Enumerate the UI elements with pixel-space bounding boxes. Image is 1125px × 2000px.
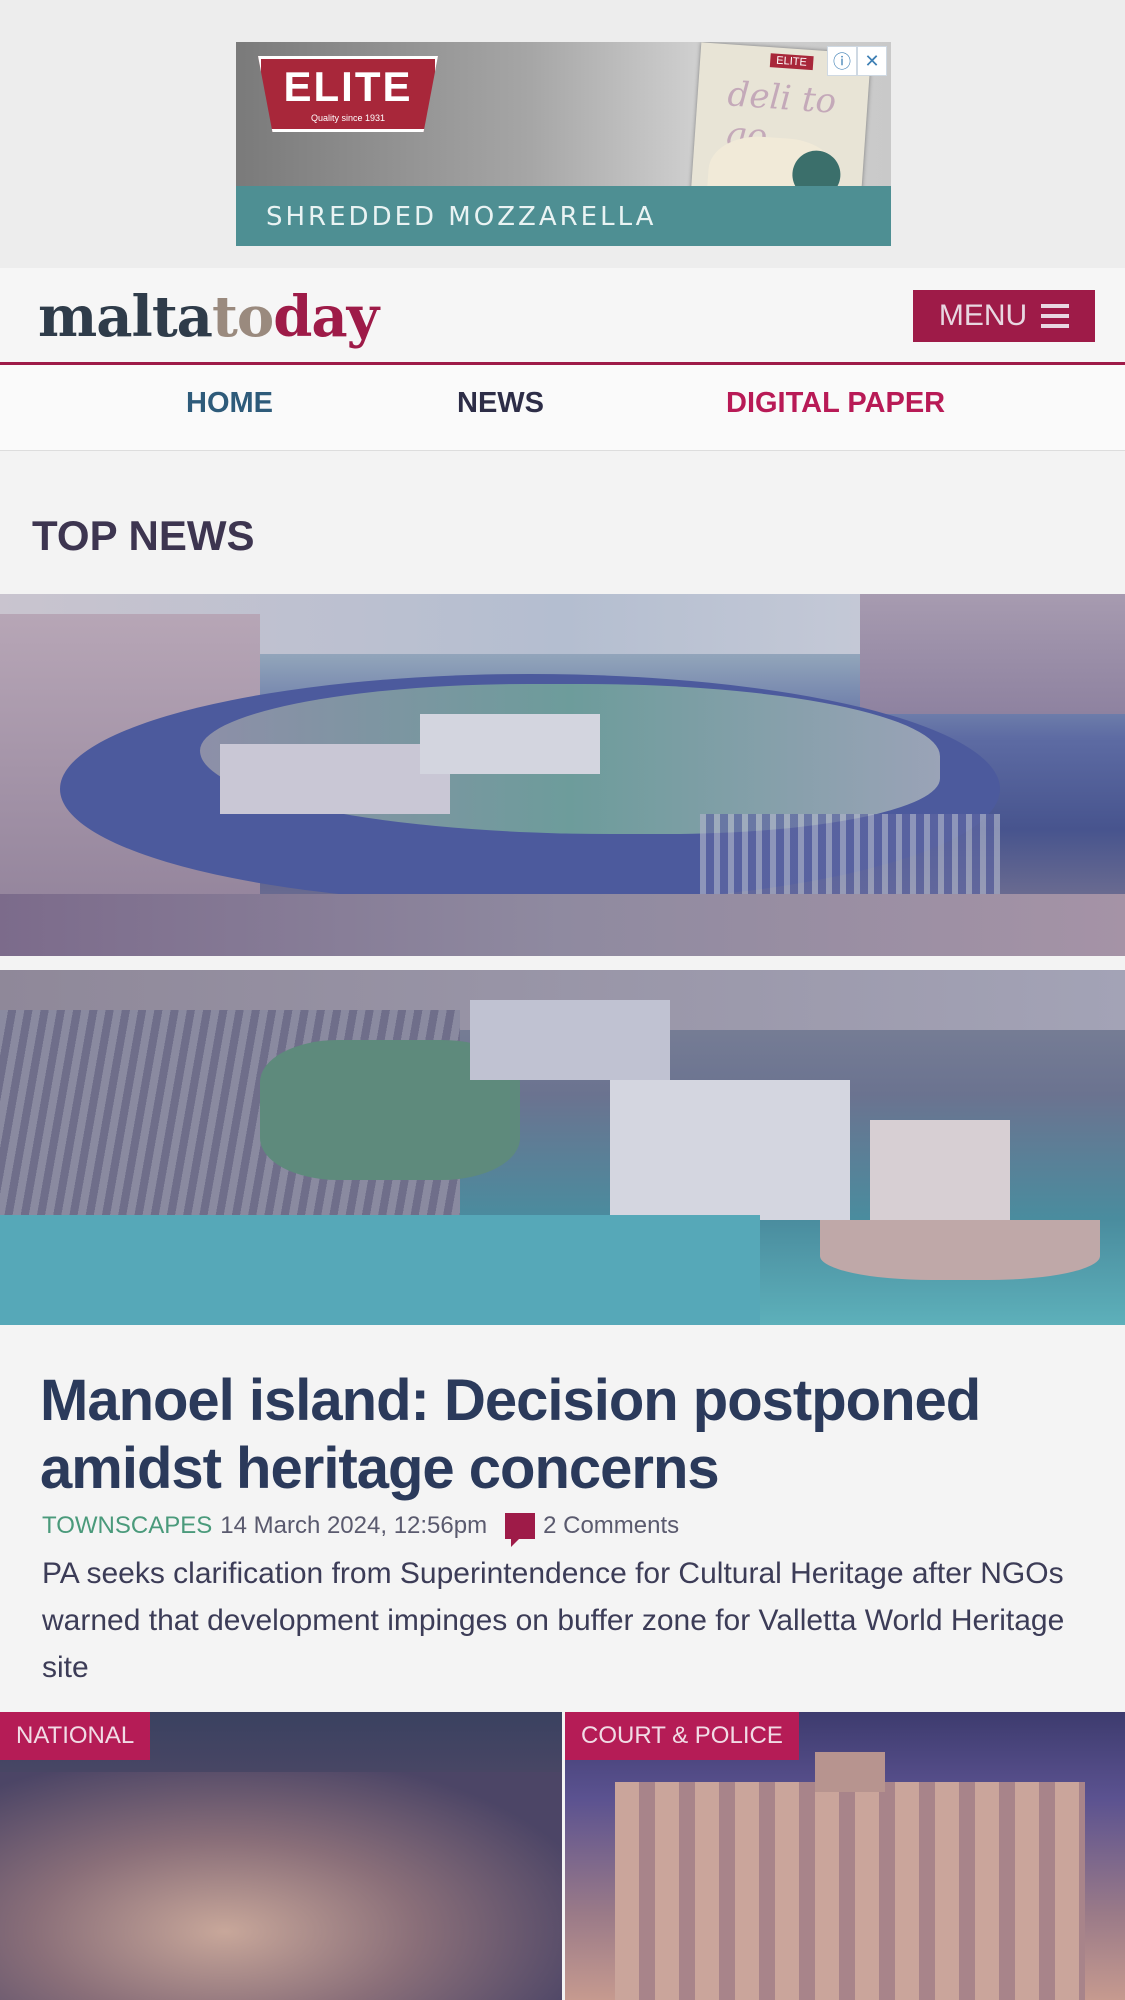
news-card-court-police[interactable]: COURT & POLICE xyxy=(565,1712,1125,2000)
building-4 xyxy=(610,1080,850,1220)
top-story-comments[interactable]: 2 Comments xyxy=(543,1512,679,1540)
ad-strip-text: SHREDDED MOZZARELLA xyxy=(266,202,657,232)
ad-pack-brand: ELITE xyxy=(769,53,814,71)
nav-item-digital-paper[interactable]: DIGITAL PAPER xyxy=(726,387,945,420)
sea xyxy=(0,1215,760,1325)
logo-part-malta: malta xyxy=(38,284,213,350)
ad-brand-text: ELITE xyxy=(283,63,413,110)
palace-facade xyxy=(615,1782,1085,2000)
shore xyxy=(0,894,1125,956)
news-card-national[interactable]: NATIONAL xyxy=(0,1712,562,2000)
palace-tower xyxy=(815,1752,885,1792)
top-story-image-1[interactable] xyxy=(0,594,1125,956)
building-1 xyxy=(220,744,450,814)
comment-icon[interactable] xyxy=(505,1513,536,1547)
ad-brand-tagline: Quality since 1931 xyxy=(310,113,386,123)
site-header: maltatoday MENU xyxy=(0,268,1125,365)
town-right xyxy=(860,594,1125,714)
top-story-summary: PA seeks clarification from Superintende… xyxy=(42,1557,1065,1684)
nav-item-home[interactable]: HOME xyxy=(186,387,273,420)
building-3 xyxy=(470,1000,670,1080)
top-story-category[interactable]: TOWNSCAPES xyxy=(42,1512,212,1540)
menu-button[interactable]: MENU xyxy=(913,290,1095,342)
ad-strip: SHREDDED MOZZARELLA xyxy=(236,186,891,246)
close-icon[interactable]: ✕ xyxy=(857,46,887,76)
bastion xyxy=(820,1220,1100,1280)
site-logo[interactable]: maltatoday xyxy=(38,284,379,350)
top-story-article: Manoel island: Decision postponed amidst… xyxy=(0,1325,1125,1711)
logo-part-to: to xyxy=(211,284,274,350)
ad-banner-area: ELITE Quality since 1931 ELITE deli to g… xyxy=(0,0,1125,268)
card-tag-national[interactable]: NATIONAL xyxy=(0,1712,151,1760)
section-title: TOP NEWS xyxy=(32,512,255,559)
top-story-meta: TOWNSCAPES 14 March 2024, 12:56pm 2 Comm… xyxy=(42,1512,679,1547)
ad-controls: ⓘ ✕ xyxy=(827,46,887,76)
menu-label: MENU xyxy=(938,299,1028,332)
building-5 xyxy=(870,1120,1010,1230)
top-story-headline[interactable]: Manoel island: Decision postponed amidst… xyxy=(40,1367,1100,1503)
hamburger-icon xyxy=(1041,304,1070,328)
ad-banner[interactable]: ELITE Quality since 1931 ELITE deli to g… xyxy=(236,42,891,246)
logo-part-day: day xyxy=(273,284,379,350)
info-icon[interactable]: ⓘ xyxy=(827,46,857,76)
card-tag-court-police[interactable]: COURT & POLICE xyxy=(565,1712,799,1760)
top-story-image-2[interactable] xyxy=(0,970,1125,1325)
ad-brand-logo: ELITE Quality since 1931 xyxy=(258,56,438,132)
main-nav: HOME NEWS DIGITAL PAPER xyxy=(0,365,1125,451)
crowd-image xyxy=(0,1772,562,2000)
nav-item-news[interactable]: NEWS xyxy=(457,387,544,420)
top-story-date: 14 March 2024, 12:56pm xyxy=(220,1512,488,1539)
building-2 xyxy=(420,714,600,774)
